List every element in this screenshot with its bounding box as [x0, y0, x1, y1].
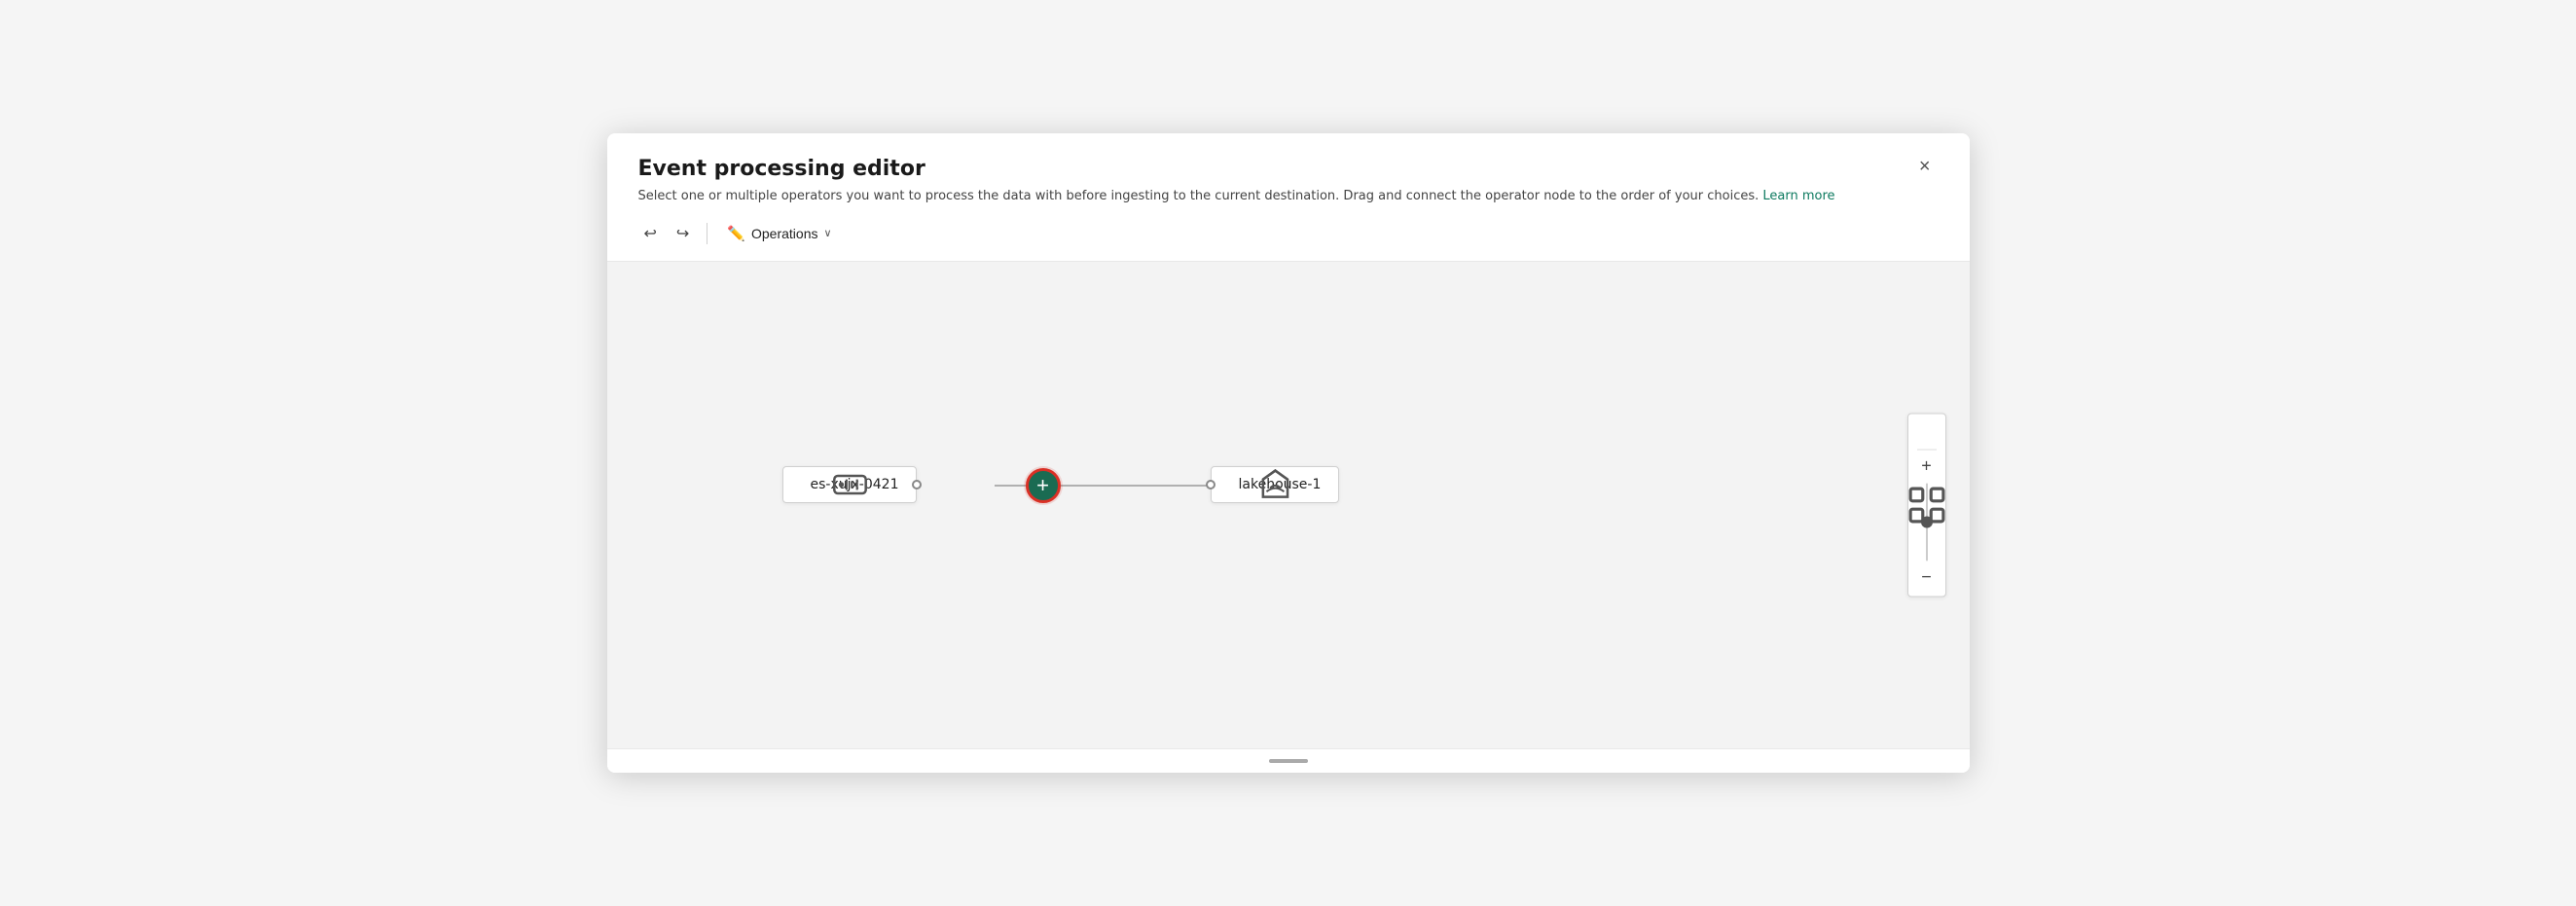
zoom-controls: + −: [1907, 413, 1946, 597]
source-node[interactable]: es-xujx-0421: [782, 466, 918, 503]
zoom-fit-button[interactable]: [1912, 417, 1941, 447]
zoom-in-button[interactable]: +: [1912, 452, 1941, 481]
canvas-area[interactable]: es-xujx-0421 + lakehouse-1: [607, 262, 1970, 748]
zoom-divider-top: [1917, 449, 1937, 450]
plus-icon: +: [1036, 475, 1049, 496]
source-node-label: es-xujx-0421: [811, 477, 899, 492]
dialog-title: Event processing editor: [638, 157, 1835, 181]
event-processing-dialog: Event processing editor Select one or mu…: [607, 133, 1970, 773]
bottom-handle: [1269, 759, 1308, 763]
zoom-slider-thumb[interactable]: [1921, 516, 1933, 527]
undo-button[interactable]: ↩: [638, 220, 663, 247]
zoom-slider-track: [1926, 483, 1928, 561]
close-button[interactable]: ×: [1911, 153, 1939, 180]
redo-icon: ↪: [676, 224, 689, 243]
operations-button[interactable]: ✏️ Operations ∨: [719, 221, 839, 246]
undo-icon: ↩: [644, 224, 657, 243]
operations-label: Operations: [751, 226, 817, 241]
dest-node-label: lakehouse-1: [1239, 477, 1322, 492]
connection-svg: [607, 262, 1970, 748]
bottom-bar: [607, 748, 1970, 773]
destination-node[interactable]: lakehouse-1: [1211, 466, 1340, 503]
add-operator-button[interactable]: +: [1026, 468, 1061, 503]
learn-more-link[interactable]: Learn more: [1762, 189, 1834, 203]
dialog-header: Event processing editor Select one or mu…: [607, 133, 1970, 206]
chevron-down-icon: ∨: [823, 227, 831, 239]
source-node-right-connector: [912, 480, 922, 489]
zoom-out-button[interactable]: −: [1912, 562, 1941, 592]
header-text: Event processing editor Select one or mu…: [638, 157, 1835, 206]
add-operator-container: +: [1026, 468, 1061, 503]
dest-node-left-connector: [1206, 480, 1215, 489]
operations-icon: ✏️: [727, 225, 745, 242]
redo-button[interactable]: ↪: [671, 220, 695, 247]
dialog-subtitle: Select one or multiple operators you wan…: [638, 187, 1835, 206]
toolbar: ↩ ↪ ✏️ Operations ∨: [607, 206, 1970, 262]
